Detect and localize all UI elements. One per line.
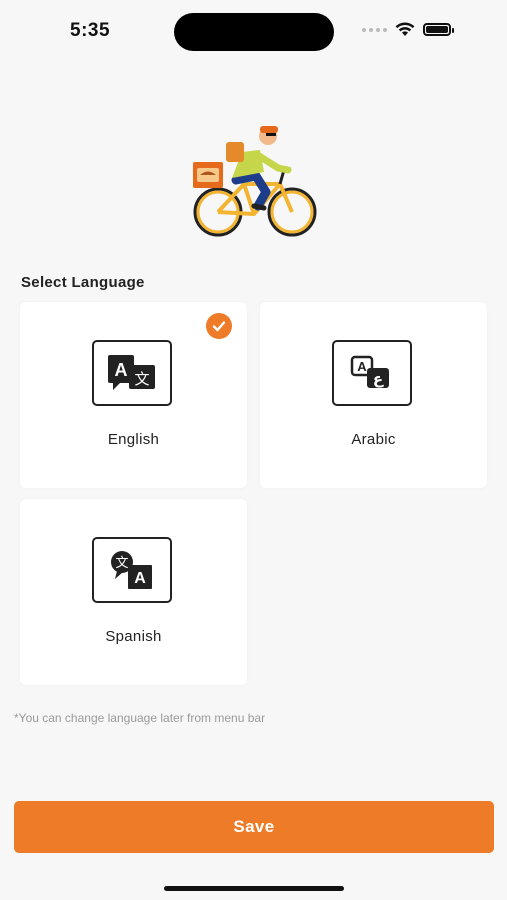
translate-arabic-icon: A ع xyxy=(332,340,412,406)
dynamic-island xyxy=(174,13,334,51)
language-label: Spanish xyxy=(105,628,162,645)
status-time: 5:35 xyxy=(70,20,111,41)
section-title: Select Language xyxy=(21,274,145,291)
svg-text:文: 文 xyxy=(134,370,149,388)
home-indicator[interactable] xyxy=(164,886,344,891)
translate-a-icon: A 文 xyxy=(92,340,172,406)
svg-text:文: 文 xyxy=(115,556,128,571)
check-icon xyxy=(206,313,232,339)
save-button[interactable]: Save xyxy=(14,801,494,853)
svg-text:A: A xyxy=(357,359,367,374)
svg-text:ع: ع xyxy=(373,370,384,388)
language-card-english[interactable]: A 文 English xyxy=(20,302,247,488)
status-icons xyxy=(362,22,454,37)
delivery-rider-illustration xyxy=(193,126,317,237)
signal-icon xyxy=(362,27,387,32)
svg-text:A: A xyxy=(134,570,146,587)
translate-zh-a-icon: 文 A xyxy=(92,537,172,603)
wifi-icon xyxy=(395,22,415,36)
battery-icon xyxy=(423,23,454,36)
language-change-note: *You can change language later from menu… xyxy=(14,711,266,725)
language-label: English xyxy=(107,431,160,448)
svg-text:A: A xyxy=(115,360,128,380)
language-label: Arabic xyxy=(351,431,396,448)
language-card-spanish[interactable]: 文 A Spanish xyxy=(20,499,247,685)
language-card-arabic[interactable]: A ع Arabic xyxy=(260,302,487,488)
